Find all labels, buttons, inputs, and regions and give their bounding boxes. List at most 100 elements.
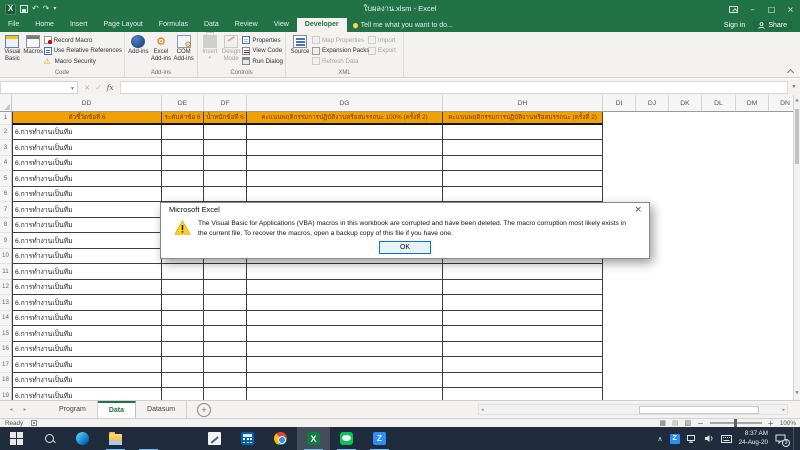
cell-DK3[interactable] [669,140,702,156]
cell-DL8[interactable] [702,218,736,234]
cell-DE16[interactable] [162,342,204,358]
cell-DN18[interactable] [769,373,793,389]
taskbar-explorer-button[interactable] [99,427,132,450]
cell-DF1[interactable]: น้ำหนักข้อที่ 6 [204,112,247,125]
cell-DH19[interactable] [443,388,603,400]
expansion-packs-button[interactable]: Expansion Packs [312,46,368,57]
prev-sheet-icon[interactable]: ◂ [4,401,18,418]
page-break-view-icon[interactable]: ▨ [685,419,692,427]
column-header-DN[interactable]: DN [769,95,793,111]
cell-DI15[interactable] [603,326,636,342]
expand-formula-bar-icon[interactable]: ▼ [788,84,800,90]
cell-DG6[interactable] [247,187,443,203]
cell-DE13[interactable] [162,295,204,311]
cell-DL10[interactable] [702,249,736,265]
cell-DJ13[interactable] [636,295,669,311]
new-sheet-icon[interactable]: + [197,403,211,417]
cell-DI3[interactable] [603,140,636,156]
cell-DL13[interactable] [702,295,736,311]
column-header-DL[interactable]: DL [702,95,736,111]
cell-DD17[interactable]: 6.การทำงานเป็นทีม [12,357,162,373]
cell-DD9[interactable]: 6.การทำงานเป็นทีม [12,233,162,249]
cell-DJ16[interactable] [636,342,669,358]
column-header-DK[interactable]: DK [669,95,702,111]
cell-DG16[interactable] [247,342,443,358]
column-header-DF[interactable]: DF [204,95,247,111]
cell-DJ2[interactable] [636,125,669,141]
scroll-down-icon[interactable]: ▼ [794,388,800,400]
cell-DI14[interactable] [603,311,636,327]
cell-DF11[interactable] [204,264,247,280]
cell-DH2[interactable] [443,125,603,141]
cell-DL15[interactable] [702,326,736,342]
cell-DM19[interactable] [736,388,769,400]
row-header-17[interactable]: 17 [0,357,12,373]
select-all-corner[interactable] [0,95,12,111]
cell-DM5[interactable] [736,171,769,187]
tab-insert[interactable]: Insert [62,18,96,32]
next-sheet-icon[interactable]: ▸ [18,401,32,418]
cell-DH11[interactable] [443,264,603,280]
cell-DN16[interactable] [769,342,793,358]
cell-DK4[interactable] [669,156,702,172]
cell-DE6[interactable] [162,187,204,203]
cell-DG11[interactable] [247,264,443,280]
cell-DD2[interactable]: 6.การทำงานเป็นทีม [12,125,162,141]
cell-DK15[interactable] [669,326,702,342]
cell-DM17[interactable] [736,357,769,373]
row-header-9[interactable]: 9 [0,233,12,249]
cell-DN9[interactable] [769,233,793,249]
cell-DD11[interactable]: 6.การทำงานเป็นทีม [12,264,162,280]
cell-DM11[interactable] [736,264,769,280]
cell-DI1[interactable] [603,112,636,125]
dialog-close-icon[interactable]: × [634,205,642,215]
cell-DJ6[interactable] [636,187,669,203]
cell-DJ11[interactable] [636,264,669,280]
cell-DE4[interactable] [162,156,204,172]
sheet-tab-program[interactable]: Program [48,401,98,418]
row-header-6[interactable]: 6 [0,187,12,203]
cell-DH5[interactable] [443,171,603,187]
cell-DK2[interactable] [669,125,702,141]
cell-DE15[interactable] [162,326,204,342]
cell-DF6[interactable] [204,187,247,203]
cell-DL5[interactable] [702,171,736,187]
cell-DJ14[interactable] [636,311,669,327]
cell-DM6[interactable] [736,187,769,203]
cell-DL3[interactable] [702,140,736,156]
cell-DK14[interactable] [669,311,702,327]
cell-DL2[interactable] [702,125,736,141]
cell-DG12[interactable] [247,280,443,296]
cell-DF19[interactable] [204,388,247,400]
cell-DF2[interactable] [204,125,247,141]
cell-DK18[interactable] [669,373,702,389]
cell-DM13[interactable] [736,295,769,311]
taskbar-edge-button[interactable] [66,427,99,450]
cell-DE19[interactable] [162,388,204,400]
cell-DE3[interactable] [162,140,204,156]
redo-icon[interactable]: ↷ [43,5,50,13]
add-ins-button[interactable]: Add-ins [127,33,150,69]
cell-DE5[interactable] [162,171,204,187]
show-desktop-button[interactable] [793,427,796,450]
cell-DJ5[interactable] [636,171,669,187]
cell-DD1[interactable]: ตัวชี้วัดข้อที่ 6 [12,112,162,125]
cell-DG5[interactable] [247,171,443,187]
collapse-ribbon-icon[interactable] [787,67,794,74]
column-header-DG[interactable]: DG [247,95,443,111]
ok-button[interactable]: OK [379,241,431,254]
cell-DN19[interactable] [769,388,793,400]
row-header-19[interactable]: 19 [0,388,12,400]
view-code-button[interactable]: View Code [242,46,283,57]
cell-DI18[interactable] [603,373,636,389]
tab-view[interactable]: View [266,18,297,32]
vertical-scrollbar[interactable]: ▲ ▼ [793,95,800,400]
cell-DK17[interactable] [669,357,702,373]
column-header-DD[interactable]: DD [12,95,162,111]
cell-DJ15[interactable] [636,326,669,342]
column-header-DM[interactable]: DM [736,95,769,111]
cell-DD12[interactable]: 6.การทำงานเป็นทีม [12,280,162,296]
cell-DI16[interactable] [603,342,636,358]
cell-DK16[interactable] [669,342,702,358]
cell-DE14[interactable] [162,311,204,327]
